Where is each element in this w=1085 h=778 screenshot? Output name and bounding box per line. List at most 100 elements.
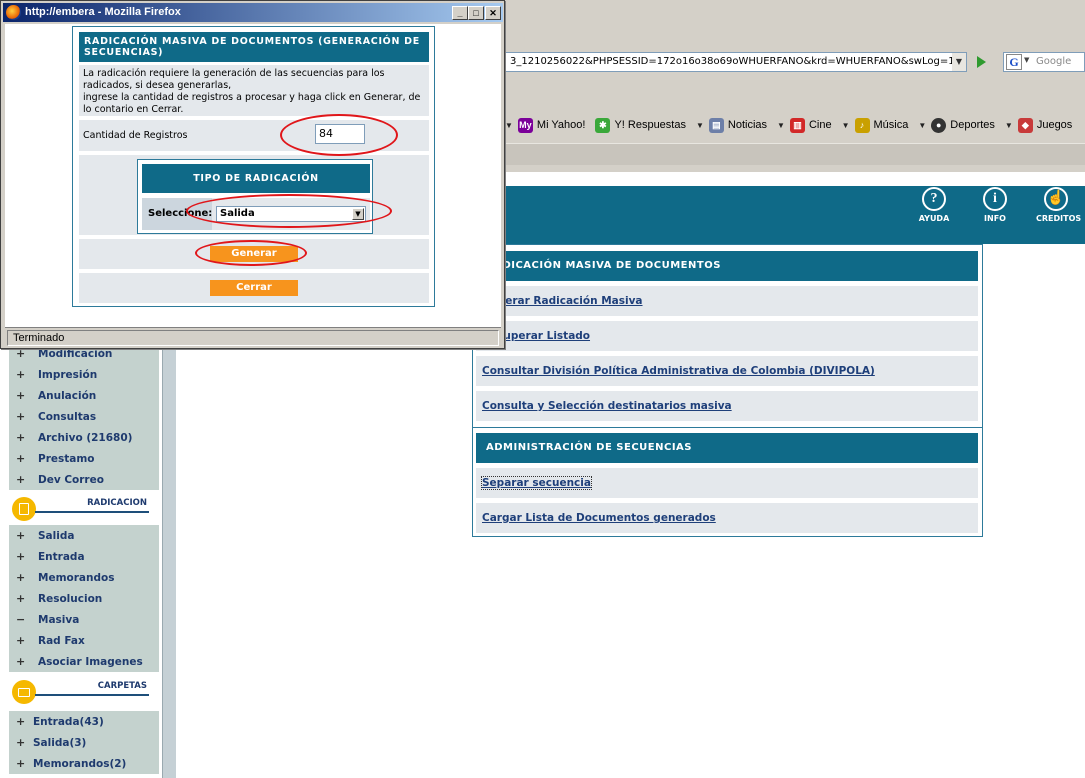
sidebar-item-label: Entrada [38, 550, 85, 563]
tipo-row: TIPO DE RADICACIÓN Seleccione: Salida ▼ [79, 155, 429, 235]
popcorn-icon: ▥ [789, 117, 805, 133]
address-dropdown-icon[interactable]: ▼ [952, 53, 966, 71]
sidebar-item-impresion[interactable]: + Impresión [9, 364, 159, 385]
info-label: INFO [984, 214, 1006, 223]
sidebar-item-memorandos[interactable]: + Memorandos [9, 567, 159, 588]
dropdown-arrow-icon[interactable]: ▼ [777, 121, 785, 130]
bookmark-label: Mi Yahoo! [536, 119, 586, 131]
bookmark-label: Cine [808, 119, 832, 131]
expand-icon: + [16, 550, 26, 563]
status-text: Terminado [7, 330, 499, 346]
sidebar-item-resolucion[interactable]: + Resolucion [9, 588, 159, 609]
sidebar-item-prestamo[interactable]: + Prestamo [9, 448, 159, 469]
close-button[interactable]: Cerrar [210, 280, 298, 296]
info-button[interactable]: i INFO [975, 187, 1015, 223]
sidebar-item-salida[interactable]: + Salida [9, 525, 159, 546]
sidebar-item-asociar-imagenes[interactable]: + Asociar Imagenes [9, 651, 159, 672]
divider [473, 427, 982, 428]
link-consulta-destinatarios[interactable]: Consulta y Selección destinatarios masiv… [482, 400, 732, 412]
search-engine-dropdown-icon[interactable]: ▼ [1024, 56, 1029, 64]
dropdown-arrow-icon[interactable]: ▼ [918, 121, 926, 130]
form-description: La radicación requiere la generación de … [79, 65, 429, 116]
section-title-secuencias: ADMINISTRACIÓN DE SECUENCIAS [476, 433, 978, 463]
screen: 3_1210256022&PHPSESSID=172o16o38o69oWHUE… [0, 0, 1085, 778]
dropdown-arrow-icon[interactable]: ▼ [505, 121, 513, 130]
search-box[interactable]: G ▼ Google [1003, 52, 1085, 72]
list-item: Consultar División Política Administrati… [476, 356, 978, 386]
expand-icon: + [16, 634, 26, 647]
google-logo-icon[interactable]: G [1006, 54, 1022, 70]
credits-button[interactable]: ☝ CREDITOS [1036, 187, 1081, 223]
dropdown-arrow-icon[interactable]: ▼ [842, 121, 850, 130]
search-input[interactable]: Google [1036, 56, 1071, 67]
sidebar-item-folder-memorandos[interactable]: + Memorandos(2) [9, 753, 159, 774]
maximize-icon[interactable]: □ [468, 6, 484, 20]
sidebar-item-entrada[interactable]: + Entrada [9, 546, 159, 567]
sidebar-item-dev-correo[interactable]: + Dev Correo [9, 469, 159, 490]
popup-window: http://embera - Mozilla Firefox _ □ ✕ RA… [0, 0, 505, 349]
expand-icon: + [16, 368, 26, 381]
sidebar-item-label: Impresión [38, 368, 98, 381]
sidebar-item-consultas[interactable]: + Consultas [9, 406, 159, 427]
credits-label: CREDITOS [1036, 214, 1082, 223]
bookmark-label: Juegos [1036, 119, 1073, 131]
bookmark-respuestas[interactable]: ✱ Y! Respuestas [595, 117, 686, 133]
description-line: ingrese la cantidad de registros a proce… [83, 92, 421, 103]
sidebar-item-label: Dev Correo [38, 473, 104, 486]
bookmark-mi-yahoo[interactable]: ▼ My Mi Yahoo! [505, 117, 586, 133]
quantity-input[interactable]: 84 [315, 124, 365, 144]
sidebar-carpetas-list: + Entrada(43) + Salida(3) + Memorandos(2) [9, 711, 159, 774]
generate-button[interactable]: Generar [210, 246, 298, 262]
select-label: Seleccione: [142, 198, 212, 230]
bookmark-deportes[interactable]: ▼ ● Deportes [918, 117, 995, 133]
close-row: Cerrar [79, 273, 429, 303]
sidebar-item-anulacion[interactable]: + Anulación [9, 385, 159, 406]
tipo-radicacion-box: TIPO DE RADICACIÓN Seleccione: Salida ▼ [137, 159, 373, 234]
popup-titlebar[interactable]: http://embera - Mozilla Firefox _ □ ✕ [3, 3, 503, 22]
go-arrow-icon[interactable] [972, 53, 990, 71]
address-bar[interactable]: 3_1210256022&PHPSESSID=172o16o38o69oWHUE… [505, 52, 967, 72]
sidebar-item-masiva[interactable]: − Masiva [9, 609, 159, 630]
expand-icon: + [16, 715, 26, 728]
close-icon[interactable]: ✕ [485, 6, 501, 20]
link-separar-secuencia[interactable]: Separar secuencia [481, 476, 592, 490]
sidebar-item-label: Prestamo [38, 452, 95, 465]
popup-title: http://embera - Mozilla Firefox [25, 6, 181, 18]
divider [35, 694, 149, 696]
quantity-label: Cantidad de Registros [83, 130, 188, 141]
music-icon: ♪ [854, 117, 870, 133]
description-line: radicados, si desea generarlas, [83, 80, 232, 91]
dropdown-arrow-icon[interactable]: ▼ [1005, 121, 1013, 130]
bookmark-label: Música [873, 119, 909, 131]
list-item: Cargar Lista de Documentos generados [476, 503, 978, 533]
help-button[interactable]: ? AYUDA [914, 187, 954, 223]
description-line: lo contario en Cerrar. [83, 104, 184, 115]
sidebar-item-folder-salida[interactable]: + Salida(3) [9, 732, 159, 753]
bookmark-noticias[interactable]: ▼ ▤ Noticias [696, 117, 767, 133]
sidebar-item-label: Modificación [38, 347, 113, 360]
dropdown-arrow-icon[interactable]: ▼ [696, 121, 704, 130]
sidebar-item-label: Salida(3) [33, 736, 87, 749]
expand-icon: + [16, 389, 26, 402]
link-divipola[interactable]: Consultar División Política Administrati… [482, 365, 875, 377]
bookmark-cine[interactable]: ▼ ▥ Cine [777, 117, 832, 133]
list-item: Separar secuencia [476, 468, 978, 498]
section-title: RADICACION [87, 498, 147, 508]
sidebar-item-archivo[interactable]: + Archivo (21680) [9, 427, 159, 448]
expand-icon: + [16, 452, 26, 465]
sidebar-item-label: Consultas [38, 410, 97, 423]
main-panel: RADICACIÓN MASIVA DE DOCUMENTOS Generar … [472, 244, 983, 537]
sidebar-item-rad-fax[interactable]: + Rad Fax [9, 630, 159, 651]
sidebar-item-folder-entrada[interactable]: + Entrada(43) [9, 711, 159, 732]
expand-icon: + [16, 592, 26, 605]
link-generar-radicacion[interactable]: Generar Radicación Masiva [482, 295, 643, 307]
sidebar-radicacion-list: + Salida + Entrada + Memorandos + Resolucion… [9, 525, 159, 672]
sidebar-item-label: Salida [38, 529, 75, 542]
sidebar-item-label: Asociar Imagenes [38, 655, 143, 668]
link-cargar-lista[interactable]: Cargar Lista de Documentos generados [482, 512, 716, 524]
chevron-down-icon[interactable]: ▼ [352, 208, 364, 220]
minimize-icon[interactable]: _ [452, 6, 468, 20]
bookmark-juegos[interactable]: ▼ ◆ Juegos [1005, 117, 1073, 133]
bookmark-musica[interactable]: ▼ ♪ Música [842, 117, 909, 133]
tipo-select[interactable]: Salida ▼ [216, 206, 366, 222]
